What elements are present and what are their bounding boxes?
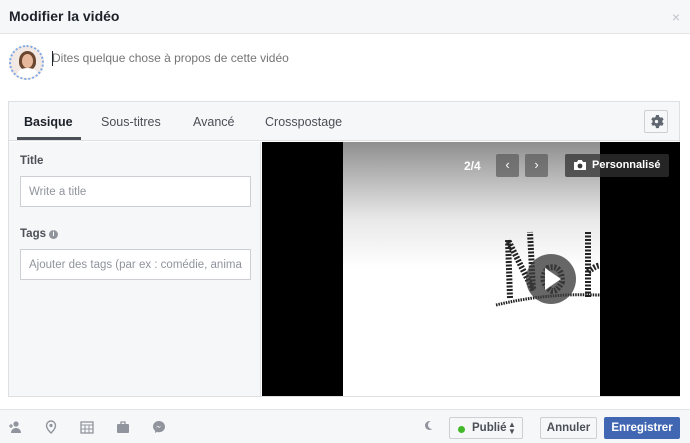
- active-tab-indicator: [17, 137, 81, 140]
- chevron-updown-icon: ▲ ▼: [508, 420, 516, 436]
- tags-label: Tags i: [20, 228, 58, 240]
- tag-people-icon[interactable]: [8, 420, 22, 434]
- night-mode-icon: [425, 421, 436, 430]
- save-button[interactable]: Enregistrer: [604, 417, 680, 439]
- tab-basique[interactable]: Basique: [24, 115, 73, 129]
- tab-sous-titres[interactable]: Sous-titres: [101, 115, 161, 129]
- camera-icon: [574, 160, 586, 170]
- location-pin-icon[interactable]: [45, 420, 57, 434]
- play-button[interactable]: [526, 254, 576, 304]
- messenger-icon[interactable]: [152, 420, 166, 434]
- info-icon[interactable]: i: [49, 230, 58, 239]
- next-thumbnail-button[interactable]: ›: [525, 154, 548, 177]
- close-icon[interactable]: ×: [672, 9, 680, 25]
- avatar: [9, 45, 44, 80]
- settings-button[interactable]: [644, 110, 668, 133]
- privacy-label: Publié: [472, 422, 507, 434]
- privacy-selector[interactable]: Publié ▲ ▼: [449, 417, 523, 439]
- cancel-button[interactable]: Annuler: [540, 417, 597, 439]
- title-field[interactable]: [20, 176, 251, 207]
- tab-crosspostage[interactable]: Crosspostage: [265, 115, 342, 129]
- title-label: Title: [20, 155, 44, 167]
- video-preview: [262, 142, 600, 396]
- calendar-icon[interactable]: [80, 420, 94, 434]
- briefcase-icon[interactable]: [116, 420, 130, 434]
- dialog-title: Modifier la vidéo: [9, 8, 120, 24]
- video-letterbox: [600, 142, 680, 396]
- video-edit-panel: Basique Sous-titres Avancé Crosspostage …: [8, 101, 680, 397]
- tab-bar: Basique Sous-titres Avancé Crosspostage: [9, 102, 679, 141]
- tags-label-text: Tags: [20, 228, 46, 240]
- thumbnail-counter: 2/4: [464, 159, 481, 173]
- previous-thumbnail-button[interactable]: ‹: [496, 154, 519, 177]
- thumbnail-frame: [343, 142, 600, 396]
- dialog-header: Modifier la vidéo ×: [0, 0, 690, 34]
- tags-field[interactable]: [20, 249, 251, 280]
- tab-avance[interactable]: Avancé: [193, 115, 234, 129]
- gear-icon: [651, 114, 664, 129]
- custom-thumbnail-label: Personnalisé: [592, 159, 661, 171]
- basic-form: Title Tagsi: [9, 142, 261, 396]
- published-status-dot: [458, 426, 465, 433]
- dialog-footer: Publié ▲ ▼ Annuler Enregistrer: [0, 409, 690, 443]
- description-input[interactable]: [52, 51, 672, 65]
- custom-thumbnail-button[interactable]: Personnalisé: [565, 154, 669, 177]
